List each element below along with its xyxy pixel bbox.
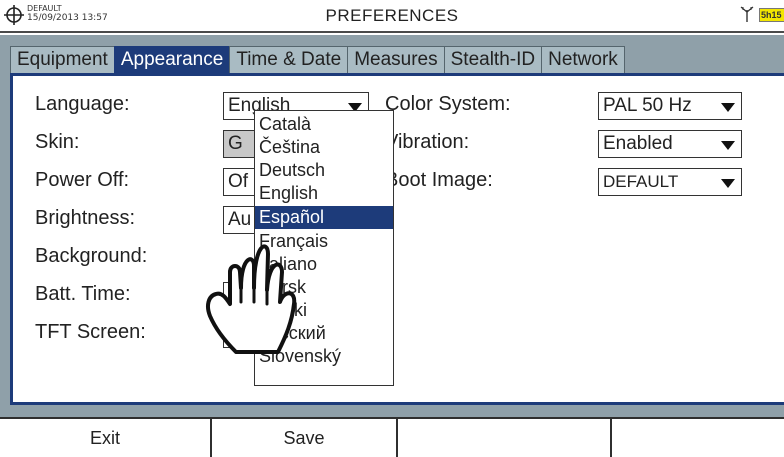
skin-label: Skin: bbox=[35, 131, 80, 153]
background-label: Background: bbox=[35, 245, 148, 267]
boot-image-value: DEFAULT bbox=[603, 172, 679, 191]
tab-measures[interactable]: Measures bbox=[347, 46, 444, 73]
appearance-panel: Language: Skin: Power Off: Brightness: B… bbox=[10, 73, 784, 405]
status-bar: DEFAULT 15/09/2013 13:57 PREFERENCES 5h1… bbox=[0, 0, 784, 33]
power-off-label: Power Off: bbox=[35, 169, 130, 191]
tft-screen-label: TFT Screen: bbox=[35, 321, 146, 343]
preferences-screen: DEFAULT 15/09/2013 13:57 PREFERENCES 5h1… bbox=[0, 0, 784, 457]
batt-time-label: Batt. Time: bbox=[35, 283, 131, 305]
tab-time-date[interactable]: Time & Date bbox=[229, 46, 348, 73]
language-option[interactable]: Català bbox=[255, 113, 393, 136]
language-option[interactable]: English bbox=[255, 182, 393, 205]
hand-pointer-icon bbox=[206, 244, 297, 354]
vibration-select[interactable]: Enabled bbox=[598, 130, 742, 158]
tab-stealth-id[interactable]: Stealth-ID bbox=[443, 46, 542, 73]
save-button[interactable]: Save bbox=[212, 419, 396, 457]
color-system-value: PAL 50 Hz bbox=[603, 95, 692, 116]
brightness-label: Brightness: bbox=[35, 207, 136, 229]
tab-appearance[interactable]: Appearance bbox=[113, 46, 230, 73]
language-label: Language: bbox=[35, 93, 130, 115]
vibration-value: Enabled bbox=[603, 133, 673, 154]
softkey-3[interactable] bbox=[398, 419, 610, 457]
exit-button[interactable]: Exit bbox=[0, 419, 210, 457]
language-option[interactable]: Čeština bbox=[255, 136, 393, 159]
color-system-label: Color System: bbox=[385, 93, 511, 115]
dropdown-arrow-icon bbox=[721, 141, 735, 150]
antenna-icon bbox=[740, 6, 754, 22]
dropdown-arrow-icon bbox=[721, 103, 735, 112]
tab-bar: Equipment Appearance Time & Date Measure… bbox=[10, 46, 625, 73]
page-title: PREFERENCES bbox=[325, 6, 459, 25]
softkey-bar: Exit Save bbox=[0, 417, 784, 457]
dropdown-arrow-icon bbox=[721, 179, 735, 188]
boot-image-select[interactable]: DEFAULT bbox=[598, 168, 742, 196]
softkey-4[interactable] bbox=[612, 419, 784, 457]
language-option[interactable]: Deutsch bbox=[255, 159, 393, 182]
color-system-select[interactable]: PAL 50 Hz bbox=[598, 92, 742, 120]
battery-status: 5h15 bbox=[759, 8, 784, 22]
vibration-label: Vibration: bbox=[385, 131, 470, 153]
tab-equipment[interactable]: Equipment bbox=[10, 46, 114, 73]
boot-image-label: Boot Image: bbox=[385, 169, 493, 191]
language-option-selected[interactable]: Español bbox=[255, 206, 393, 229]
tab-network[interactable]: Network bbox=[541, 46, 625, 73]
